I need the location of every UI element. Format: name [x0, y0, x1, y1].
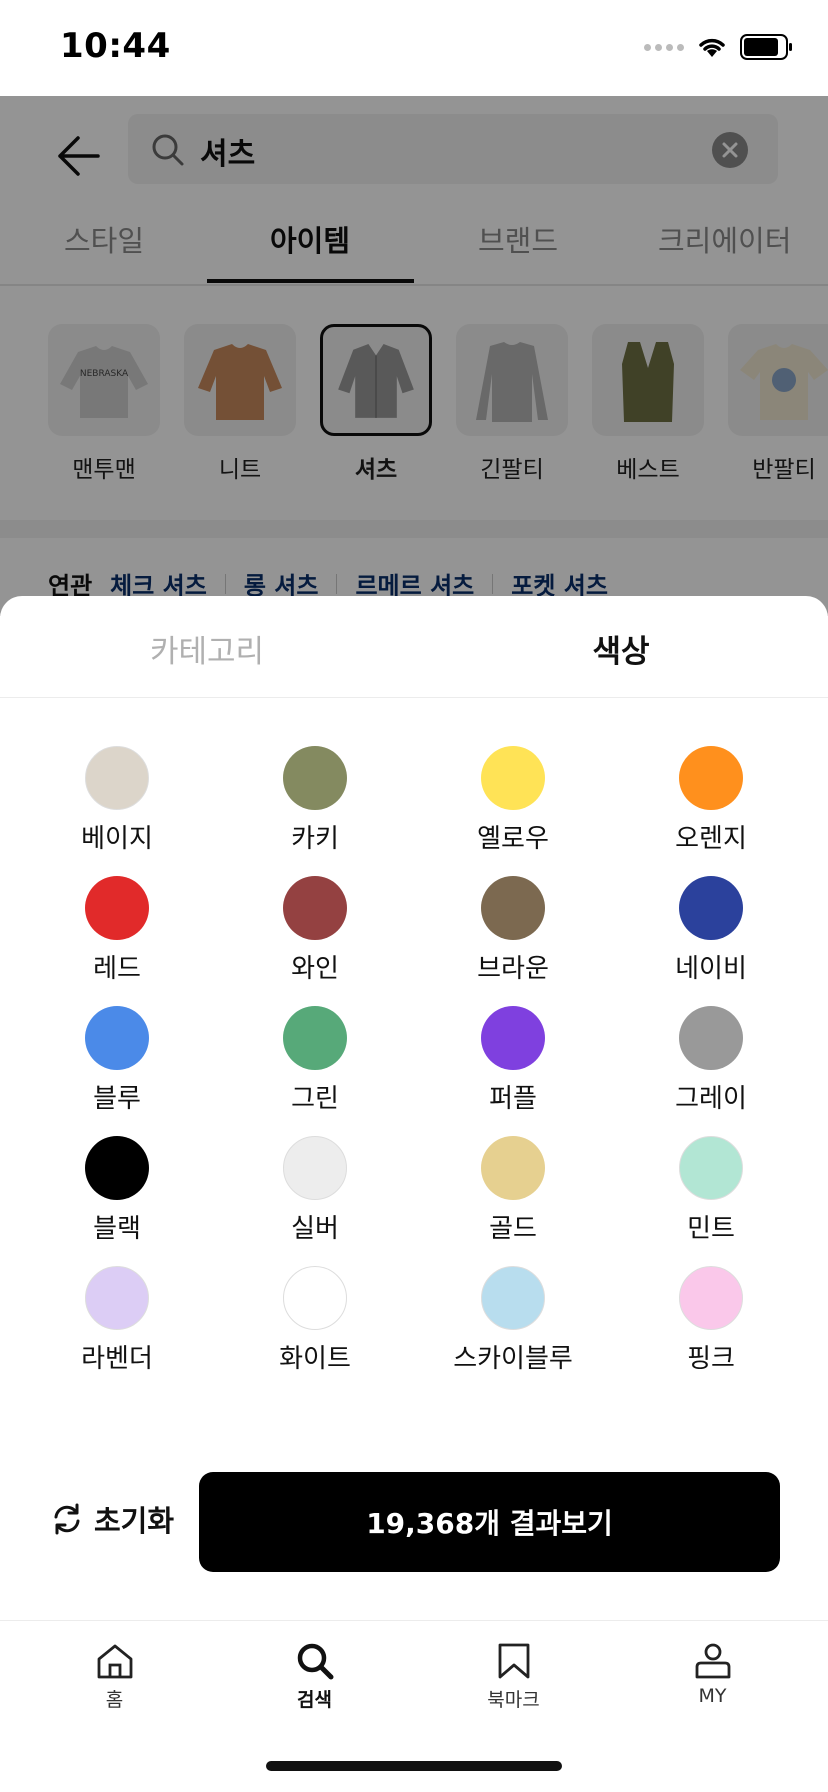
- user-icon: [695, 1643, 730, 1679]
- color-dot: [283, 1266, 347, 1330]
- color-name: 그린: [291, 1084, 339, 1114]
- color-dot: [283, 876, 347, 940]
- color-option-green[interactable]: 그린: [216, 1006, 414, 1115]
- color-option-gold[interactable]: 골드: [414, 1136, 612, 1245]
- color-option-red[interactable]: 레드: [18, 876, 216, 985]
- refresh-icon: [54, 1503, 80, 1535]
- color-dot: [283, 1136, 347, 1200]
- tab-color[interactable]: 색상: [414, 626, 828, 671]
- color-name: 라벤더: [81, 1344, 153, 1374]
- nav-label: 북마크: [487, 1689, 540, 1711]
- color-name: 네이비: [675, 954, 747, 984]
- color-name: 옐로우: [477, 824, 549, 854]
- color-option-black[interactable]: 블랙: [18, 1136, 216, 1245]
- home-icon: [97, 1644, 132, 1679]
- color-option-yellow[interactable]: 옐로우: [414, 746, 612, 855]
- modal-backdrop[interactable]: [0, 96, 828, 616]
- bookmark-icon: [498, 1643, 529, 1679]
- search-icon: [297, 1643, 333, 1680]
- color-dot: [85, 746, 149, 810]
- reset-label: 초기화: [94, 1504, 175, 1538]
- nav-search[interactable]: 검색: [211, 1641, 418, 1712]
- color-option-mint[interactable]: 민트: [612, 1136, 810, 1245]
- nav-home[interactable]: 홈: [11, 1641, 218, 1712]
- color-name: 화이트: [279, 1344, 351, 1374]
- nav-bookmark[interactable]: 북마크: [410, 1641, 617, 1712]
- color-name: 골드: [489, 1214, 537, 1244]
- color-option-beige[interactable]: 베이지: [18, 746, 216, 855]
- color-dot: [481, 1266, 545, 1330]
- view-results-button[interactable]: 19,368개 결과보기: [199, 1472, 780, 1572]
- color-name: 카키: [291, 824, 339, 854]
- color-name: 스카이블루: [453, 1344, 573, 1374]
- nav-label: 검색: [297, 1689, 332, 1711]
- color-name: 퍼플: [489, 1084, 537, 1114]
- color-dot: [85, 1266, 149, 1330]
- color-dot: [85, 1136, 149, 1200]
- reset-button[interactable]: 초기화: [50, 1498, 174, 1540]
- color-dot: [679, 1006, 743, 1070]
- color-name: 민트: [687, 1214, 735, 1244]
- color-option-lavender[interactable]: 라벤더: [18, 1266, 216, 1375]
- wifi-icon: [699, 38, 725, 57]
- color-option-silver[interactable]: 실버: [216, 1136, 414, 1245]
- color-dot: [481, 1136, 545, 1200]
- filter-actions: 초기화 19,368개 결과보기: [0, 1472, 828, 1576]
- color-name: 오렌지: [675, 824, 747, 854]
- color-option-white[interactable]: 화이트: [216, 1266, 414, 1375]
- color-name: 그레이: [675, 1084, 747, 1114]
- filter-bottom-sheet: 카테고리 색상 베이지 카키 옐로우 오렌지 레드 와인 브라운 네이비 블루 …: [0, 596, 828, 1792]
- color-option-blue[interactable]: 블루: [18, 1006, 216, 1115]
- home-indicator-bar: [266, 1761, 562, 1771]
- battery-icon: [740, 34, 792, 60]
- color-name: 핑크: [687, 1344, 735, 1374]
- color-option-navy[interactable]: 네이비: [612, 876, 810, 985]
- color-option-khaki[interactable]: 카키: [216, 746, 414, 855]
- status-icons: [644, 34, 794, 60]
- status-time: 10:44: [60, 26, 171, 66]
- color-option-gray[interactable]: 그레이: [612, 1006, 810, 1115]
- nav-my[interactable]: MY: [609, 1641, 816, 1707]
- nav-label: 홈: [105, 1689, 124, 1711]
- color-dot: [85, 876, 149, 940]
- color-dot: [481, 1006, 545, 1070]
- color-name: 브라운: [477, 954, 549, 984]
- color-name: 블랙: [93, 1214, 141, 1244]
- color-option-wine[interactable]: 와인: [216, 876, 414, 985]
- color-dot: [481, 876, 545, 940]
- color-option-pink[interactable]: 핑크: [612, 1266, 810, 1375]
- color-option-sky-blue[interactable]: 스카이블루: [414, 1266, 612, 1375]
- color-dot: [679, 1266, 743, 1330]
- tab-category[interactable]: 카테고리: [0, 626, 414, 671]
- color-option-brown[interactable]: 브라운: [414, 876, 612, 985]
- color-dot: [679, 746, 743, 810]
- status-bar: 10:44: [0, 0, 828, 96]
- signal-icon: [644, 43, 684, 51]
- color-name: 레드: [93, 954, 141, 984]
- color-name: 와인: [291, 954, 339, 984]
- color-name: 실버: [291, 1214, 339, 1244]
- nav-label: MY: [698, 1685, 727, 1707]
- color-dot: [679, 1136, 743, 1200]
- bottom-nav: 홈 검색 북마크 MY: [0, 1620, 828, 1792]
- color-name: 베이지: [81, 824, 153, 854]
- color-option-orange[interactable]: 오렌지: [612, 746, 810, 855]
- color-dot: [679, 876, 743, 940]
- color-option-purple[interactable]: 퍼플: [414, 1006, 612, 1115]
- filter-tabs: 카테고리 색상: [0, 596, 828, 698]
- color-dot: [283, 1006, 347, 1070]
- color-dot: [85, 1006, 149, 1070]
- color-dot: [481, 746, 545, 810]
- color-dot: [283, 746, 347, 810]
- color-name: 블루: [93, 1084, 141, 1114]
